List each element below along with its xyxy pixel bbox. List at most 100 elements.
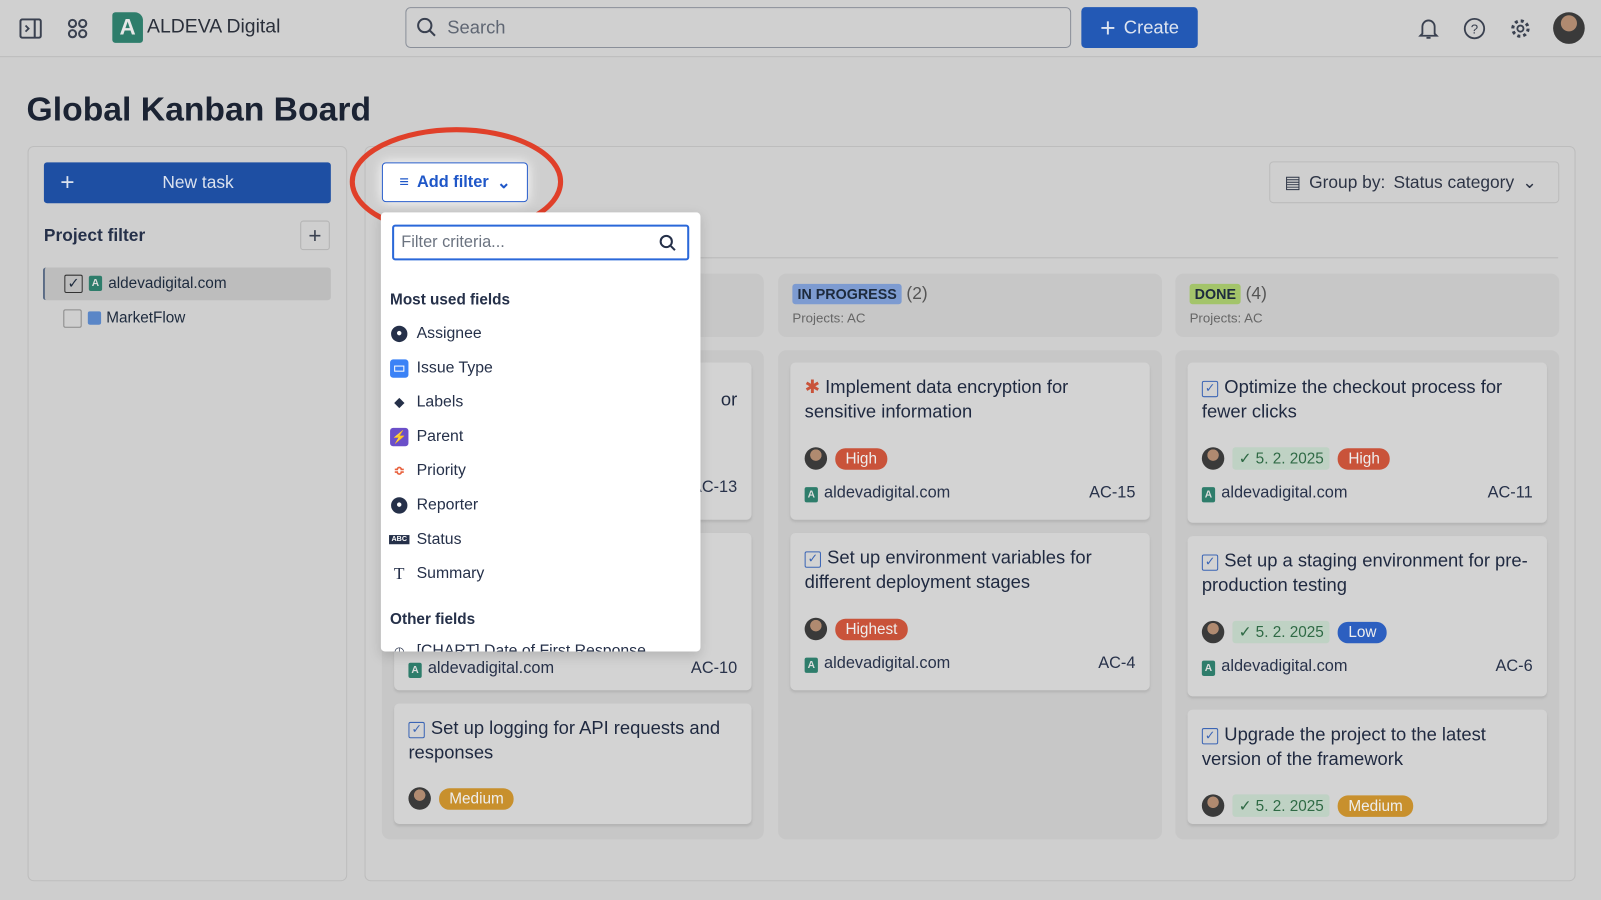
task-card[interactable]: ✓ Set up a staging environment for pre-pr…: [1187, 536, 1547, 697]
assignee-avatar[interactable]: [1201, 447, 1225, 470]
add-project-filter-button[interactable]: +: [300, 220, 330, 251]
issue-key[interactable]: AC-10: [691, 660, 737, 678]
logo-mark: A: [112, 12, 143, 43]
filter-field-labels[interactable]: ◆ Labels: [390, 393, 463, 411]
checkbox-checked[interactable]: ✓: [64, 274, 83, 294]
user-avatar[interactable]: [1553, 12, 1585, 44]
brand-logo[interactable]: A ALDEVA Digital: [112, 12, 280, 43]
project-filter-heading: Project filter: [43, 225, 146, 246]
priority-icon: ≎: [393, 462, 405, 479]
checkbox-unchecked[interactable]: [63, 309, 82, 328]
brand-name: ALDEVA Digital: [147, 16, 281, 38]
column-projects: Projects: AC: [792, 310, 866, 326]
filter-field-issue-type[interactable]: Issue Type: [390, 359, 493, 378]
search-icon: [659, 234, 676, 251]
project-icon: A: [1201, 487, 1216, 503]
most-used-fields-heading: Most used fields: [390, 291, 511, 309]
assignee-avatar[interactable]: [1201, 620, 1225, 644]
priority-badge: Medium: [1338, 794, 1414, 817]
project-item-aldevadigital[interactable]: ✓ A aldevadigital.com: [42, 267, 331, 301]
chevron-down-icon: ⌄: [496, 174, 511, 192]
project-icon: A: [408, 662, 422, 679]
assignee-avatar[interactable]: [804, 617, 828, 641]
filter-field-priority[interactable]: ≎ Priority: [390, 462, 466, 480]
filter-criteria-input[interactable]: Filter criteria...: [392, 224, 690, 261]
status-lozenge: IN PROGRESS: [792, 283, 902, 305]
field-label: Status: [416, 530, 462, 548]
new-task-label: New task: [162, 172, 234, 192]
status-abc-icon: ABC: [389, 531, 410, 549]
new-task-button[interactable]: + New task: [43, 162, 331, 204]
add-filter-label: Add filter: [416, 173, 489, 191]
task-card[interactable]: ✓ Set up environment variables for differ…: [790, 533, 1150, 691]
project-name: aldevadigital.com: [1221, 657, 1348, 675]
filter-field-status[interactable]: ABC Status: [389, 530, 462, 549]
issue-type-icon: [390, 359, 409, 378]
left-panel: [27, 146, 348, 882]
card-title: ✓ Upgrade the project to the latest versi…: [1201, 722, 1533, 771]
help-icon[interactable]: ?: [1461, 15, 1488, 42]
column-count: (2): [906, 283, 928, 304]
filter-icon: ≡: [399, 173, 409, 191]
field-label: Issue Type: [416, 359, 493, 377]
reporter-icon: ●: [390, 496, 408, 514]
column-count: (4): [1245, 283, 1267, 304]
group-by-label: Group by:: [1309, 172, 1386, 192]
project-icon: A: [804, 657, 818, 673]
issue-key[interactable]: AC-6: [1495, 658, 1532, 676]
priority-badge: Medium: [439, 787, 514, 810]
settings-gear-icon[interactable]: [1507, 15, 1534, 42]
card-title-text: Set up environment variables for differe…: [804, 547, 1092, 593]
task-card[interactable]: ✓ Set up logging for API requests and res…: [394, 703, 752, 825]
due-date: ✓ 5. 2. 2025: [1232, 447, 1330, 470]
sidebar-toggle-icon[interactable]: [18, 16, 43, 41]
card-title-text: Set up a staging environment for pre-pro…: [1201, 550, 1528, 596]
group-by-select[interactable]: ▤ Group by: Status category ⌄: [1269, 161, 1560, 204]
assignee-avatar[interactable]: [804, 447, 828, 470]
column-header: DONE (4) Projects: AC: [1175, 273, 1560, 337]
filter-field-parent[interactable]: ⚡ Parent: [390, 427, 463, 447]
group-by-value: Status category: [1393, 172, 1515, 192]
card-project: Aaldevadigital.com: [804, 655, 950, 673]
status-lozenge: DONE: [1189, 283, 1242, 305]
svg-text:?: ?: [1471, 22, 1478, 37]
card-title: ✓ Set up a staging environment for pre-pr…: [1201, 548, 1533, 597]
search-placeholder: Search: [447, 16, 506, 38]
project-name: aldevadigital.com: [108, 274, 227, 293]
filter-field-summary[interactable]: T Summary: [390, 564, 484, 583]
issue-key[interactable]: AC-15: [1089, 484, 1135, 502]
task-checkbox-icon: ✓: [804, 551, 821, 568]
issue-key[interactable]: AC-4: [1098, 655, 1135, 673]
column-header: IN PROGRESS (2) Projects: AC: [778, 273, 1163, 337]
task-card[interactable]: ✓ Optimize the checkout process for fewer…: [1187, 362, 1547, 523]
notifications-bell-icon[interactable]: [1415, 15, 1442, 42]
bug-icon: ✱: [804, 376, 821, 398]
card-project: Aaldevadigital.com: [804, 484, 950, 503]
card-title: ✓ Set up environment variables for differ…: [804, 545, 1136, 594]
card-title: ✱ Implement data encryption for sensitiv…: [805, 375, 1136, 424]
filter-field-chart-date[interactable]: ◷ [CHART] Date of First Response: [390, 642, 646, 651]
assignee-avatar[interactable]: [408, 787, 431, 810]
create-button[interactable]: + Create: [1081, 7, 1198, 48]
filter-field-assignee[interactable]: ● Assignee: [390, 325, 482, 343]
task-checkbox-icon: ✓: [408, 721, 425, 739]
task-card[interactable]: ✱ Implement data encryption for sensitiv…: [790, 362, 1150, 520]
assignee-icon: ●: [390, 325, 408, 343]
field-label: Assignee: [416, 324, 482, 343]
filter-dropdown: Filter criteria... Most used fields ● Ass…: [380, 212, 701, 652]
app-switcher-icon[interactable]: [65, 16, 90, 41]
column-body: ✓ Optimize the checkout process for fewer…: [1175, 350, 1560, 840]
issue-key[interactable]: AC-11: [1488, 484, 1533, 502]
project-name: aldevadigital.com: [1221, 484, 1348, 502]
filter-field-reporter[interactable]: ● Reporter: [390, 496, 478, 514]
assignee-avatar[interactable]: [1201, 794, 1225, 817]
priority-badge: High: [1338, 447, 1391, 470]
task-card[interactable]: ✓ Upgrade the project to the latest versi…: [1187, 709, 1547, 825]
label-tag-icon: ◆: [394, 394, 405, 410]
add-filter-button[interactable]: ≡ Add filter ⌄: [381, 162, 528, 203]
card-project: Aaldevadigital.com: [408, 660, 554, 679]
search-input[interactable]: Search: [405, 7, 1072, 48]
task-checkbox-icon: ✓: [1201, 728, 1219, 745]
column-body: ✱ Implement data encryption for sensitiv…: [778, 350, 1163, 840]
project-item-marketflow[interactable]: MarketFlow: [43, 303, 331, 336]
